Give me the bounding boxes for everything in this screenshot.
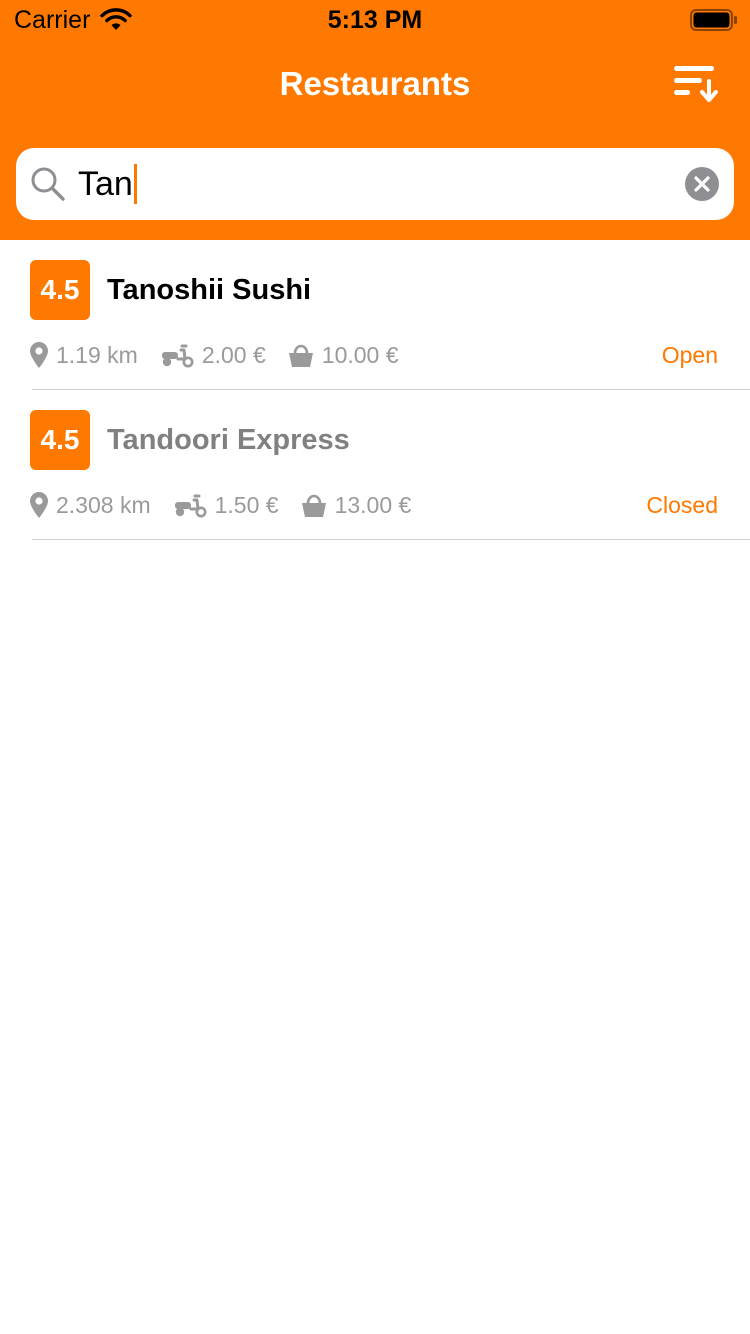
restaurant-meta: 2.308 km 1.50 € 13.00 € [30, 488, 433, 522]
basket-icon [301, 494, 326, 517]
list-item[interactable]: 4.5 Tanoshii Sushi 1.19 km 2.00 € 10.00 … [0, 240, 750, 390]
sort-icon [674, 66, 718, 102]
restaurant-list: 4.5 Tanoshii Sushi 1.19 km 2.00 € 10.00 … [0, 240, 750, 540]
clear-icon[interactable] [685, 167, 719, 201]
sort-button[interactable] [668, 58, 724, 110]
rating-badge: 4.5 [30, 410, 90, 470]
delivery-fee-value: 1.50 € [214, 492, 279, 518]
basket-icon [288, 344, 313, 367]
status-time: 5:13 PM [327, 6, 423, 34]
text-cursor [133, 164, 137, 204]
status-bar: Carrier 5:13 PM [0, 0, 750, 40]
app-header: Carrier 5:13 PM Restaurants Tan [0, 0, 750, 240]
minimum-order-value: 10.00 € [321, 342, 399, 368]
delivery-fee-value: 2.00 € [201, 342, 266, 368]
distance-value: 2.308 km [56, 492, 151, 518]
restaurant-meta: 1.19 km 2.00 € 10.00 € [30, 338, 421, 372]
search-icon [31, 167, 65, 201]
location-pin-icon [30, 492, 48, 518]
distance-value: 1.19 km [56, 342, 138, 368]
status-badge: Closed [646, 492, 718, 518]
delivery-fee: 1.50 € [173, 488, 279, 522]
minimum-order: 13.00 € [301, 488, 412, 522]
restaurant-name: Tandoori Express [107, 424, 350, 456]
search-bar[interactable]: Tan [16, 148, 734, 220]
minimum-order-value: 13.00 € [334, 492, 412, 518]
delivery-fee: 2.00 € [160, 338, 266, 372]
list-item[interactable]: 4.5 Tandoori Express 2.308 km 1.50 € 13.… [0, 390, 750, 540]
minimum-order: 10.00 € [288, 338, 399, 372]
page-title: Restaurants [279, 65, 471, 102]
location-pin-icon [30, 342, 48, 368]
scooter-icon [161, 344, 194, 368]
search-input[interactable]: Tan [78, 160, 137, 208]
distance: 1.19 km [30, 338, 138, 372]
divider [32, 539, 750, 540]
status-badge: Open [661, 342, 718, 368]
scooter-icon [174, 494, 207, 518]
battery-icon [690, 9, 737, 31]
search-input-value: Tan [78, 165, 133, 203]
rating-badge: 4.5 [30, 260, 90, 320]
restaurant-name: Tanoshii Sushi [107, 274, 312, 306]
distance: 2.308 km [30, 488, 151, 522]
